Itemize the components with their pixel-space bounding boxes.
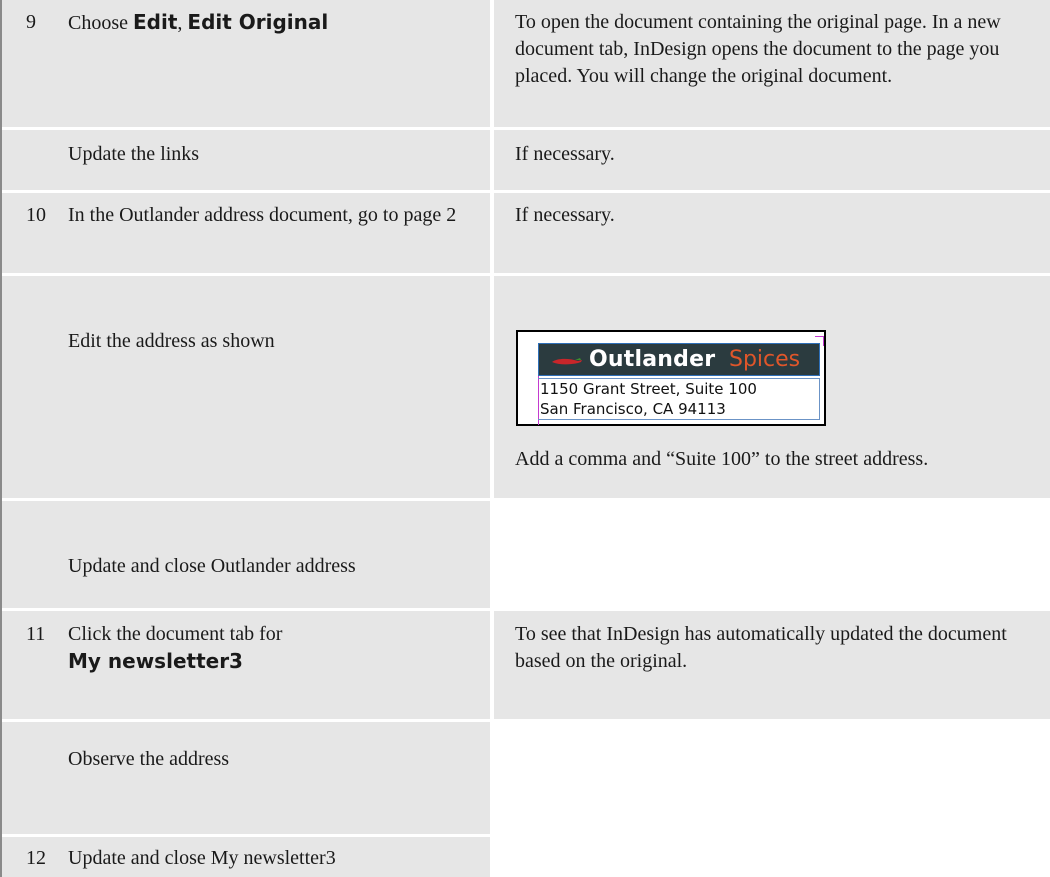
- margin-guide: [823, 336, 824, 346]
- step-10-action-cell: 10 In the Outlander address document, go…: [2, 193, 490, 273]
- observe-address-action-cell: Observe the address: [2, 722, 490, 834]
- step-9-action-cell: 9 Choose Edit, Edit Original: [2, 0, 490, 127]
- address-line-1: 1150 Grant Street, Suite 100: [540, 380, 757, 398]
- step-12-action-text: Update and close My newsletter3: [68, 847, 336, 869]
- step-9-keyword-edit-original: Edit Original: [187, 10, 329, 34]
- update-links-action-cell: Update the links: [2, 130, 490, 190]
- update-close-address-action-text: Update and close Outlander address: [68, 555, 356, 577]
- address-text-frame: 1150 Grant Street, Suite 100 San Francis…: [538, 378, 820, 420]
- edit-address-action-text: Edit the address as shown: [68, 330, 275, 352]
- step-11-result-text: To see that InDesign has automatically u…: [515, 623, 1007, 672]
- update-links-result-text: If necessary.: [515, 143, 615, 165]
- edit-address-result-text: Add a comma and “Suite 100” to the stree…: [515, 448, 929, 470]
- address-line-2: San Francisco, CA 94113: [540, 400, 726, 418]
- step-11-action-cell: 11 Click the document tab for My newslet…: [2, 611, 490, 719]
- step-10-action-text: In the Outlander address document, go to…: [68, 204, 457, 226]
- step-number: 12: [26, 847, 46, 869]
- step-10-result-cell: If necessary.: [494, 193, 1050, 273]
- instruction-page: 9 Choose Edit, Edit Original To open the…: [0, 0, 1050, 877]
- logo-word-outlander: Outlander: [589, 347, 716, 372]
- step-9-keyword-edit: Edit: [133, 10, 178, 34]
- step-number: 11: [26, 623, 46, 645]
- step-number: 9: [26, 11, 36, 33]
- step-9-result-cell: To open the document containing the orig…: [494, 0, 1050, 127]
- step-9-action-prefix: Choose: [68, 12, 133, 34]
- step-9-separator: ,: [177, 12, 188, 34]
- step-11-keyword-document: My newsletter3: [68, 649, 243, 673]
- observe-address-action-text: Observe the address: [68, 748, 230, 770]
- step-number: 10: [26, 204, 46, 226]
- edit-address-action-cell: Edit the address as shown: [2, 276, 490, 498]
- address-screenshot: Outlander Spices 1150 Grant Street, Suit…: [516, 330, 826, 426]
- step-9-result-text: To open the document containing the orig…: [515, 11, 1001, 87]
- update-links-result-cell: If necessary.: [494, 130, 1050, 190]
- update-close-address-action-cell: Update and close Outlander address: [2, 501, 490, 608]
- step-11-action-prefix: Click the document tab for: [68, 623, 283, 645]
- logo-word-spices: Spices: [729, 347, 801, 372]
- step-10-result-text: If necessary.: [515, 204, 615, 226]
- step-11-result-cell: To see that InDesign has automatically u…: [494, 611, 1050, 719]
- outlander-spices-logo: Outlander Spices: [538, 343, 820, 376]
- update-links-action-text: Update the links: [68, 143, 200, 165]
- step-12-action-cell: 12 Update and close My newsletter3: [2, 837, 490, 877]
- chili-pepper-icon: [552, 358, 582, 365]
